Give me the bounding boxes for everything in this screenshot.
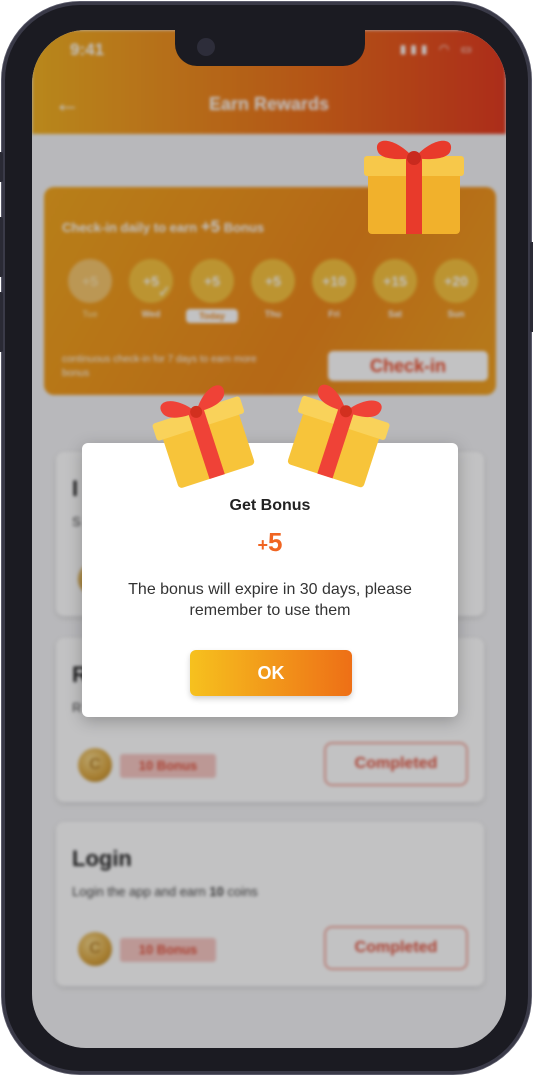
volume-up-button [0,217,3,277]
modal-title: Get Bonus [229,497,311,514]
gift-box-icon [364,140,464,234]
ok-button[interactable]: OK [190,650,352,696]
camera-icon [197,38,215,56]
gift-box-left-icon [152,385,255,488]
screen: 9:41 ▮▮▮ ◠ ▭ ← Earn Rewards Check-in dai… [32,30,506,1048]
volume-down-button [0,292,3,352]
gift-box-right-icon [287,384,390,488]
mute-switch [0,152,3,182]
notch [175,30,365,66]
phone-frame: 9:41 ▮▮▮ ◠ ▭ ← Earn Rewards Check-in dai… [0,2,533,1074]
modal-message: The bonus will expire in 30 days, please… [128,581,412,619]
bonus-modal: Get Bonus +5 The bonus will expire in 30… [82,443,458,717]
modal-amount: +5 [257,527,283,557]
